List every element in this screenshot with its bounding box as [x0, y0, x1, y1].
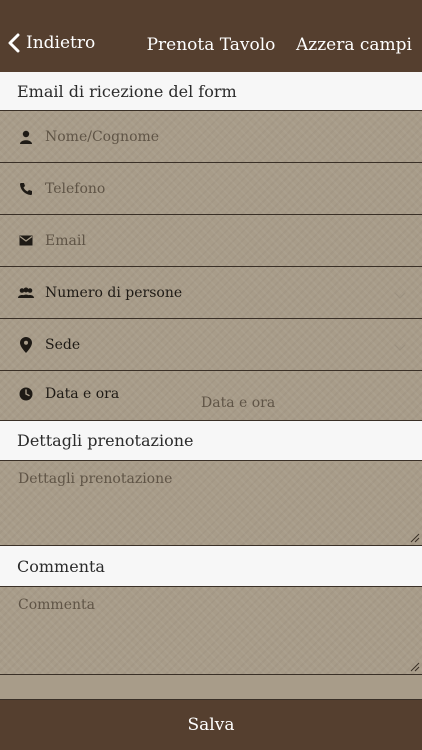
navbar: Indietro Prenota Tavolo Azzera campi: [0, 0, 422, 72]
comment-section-header: Commenta: [0, 546, 422, 587]
resize-grip-icon[interactable]: [408, 660, 420, 672]
chevron-down-icon: [394, 286, 406, 299]
name-field[interactable]: Nome/Cognome: [0, 111, 422, 163]
person-icon: [18, 129, 34, 145]
clock-icon: [18, 386, 34, 402]
details-section-header: Dettagli prenotazione: [0, 421, 422, 461]
phone-input[interactable]: Telefono: [45, 181, 105, 197]
name-input[interactable]: Nome/Cognome: [45, 129, 159, 145]
save-button-label: Salva: [187, 715, 235, 735]
chevron-down-icon: [394, 338, 406, 351]
people-count-select[interactable]: Numero di persone: [0, 267, 422, 319]
phone-field[interactable]: Telefono: [0, 163, 422, 215]
location-label: Sede: [45, 336, 81, 353]
back-button[interactable]: Indietro: [8, 33, 95, 53]
map-pin-icon: [18, 336, 34, 353]
resize-grip-icon[interactable]: [408, 531, 420, 543]
back-button-label: Indietro: [26, 33, 96, 53]
datetime-label: Data e ora: [45, 386, 120, 402]
reset-fields-button[interactable]: Azzera campi: [296, 35, 412, 55]
comment-textarea[interactable]: Commenta: [0, 587, 422, 675]
details-textarea[interactable]: Dettagli prenotazione: [0, 461, 422, 546]
details-placeholder: Dettagli prenotazione: [18, 471, 173, 487]
group-icon: [18, 285, 34, 301]
form-bottom-divider: [0, 675, 422, 700]
location-select[interactable]: Sede: [0, 319, 422, 371]
comment-placeholder: Commenta: [18, 597, 95, 613]
email-input[interactable]: Email: [45, 233, 86, 249]
chevron-left-icon: [8, 33, 20, 53]
datetime-input[interactable]: Data e ora: [201, 395, 275, 411]
envelope-icon: [18, 233, 34, 249]
email-field[interactable]: Email: [0, 215, 422, 267]
datetime-field[interactable]: Data e ora Data e ora: [0, 371, 422, 421]
phone-icon: [18, 181, 34, 197]
email-section-header: Email di ricezione del form: [0, 72, 422, 111]
save-button[interactable]: Salva: [0, 700, 422, 750]
people-count-label: Numero di persone: [45, 284, 183, 301]
